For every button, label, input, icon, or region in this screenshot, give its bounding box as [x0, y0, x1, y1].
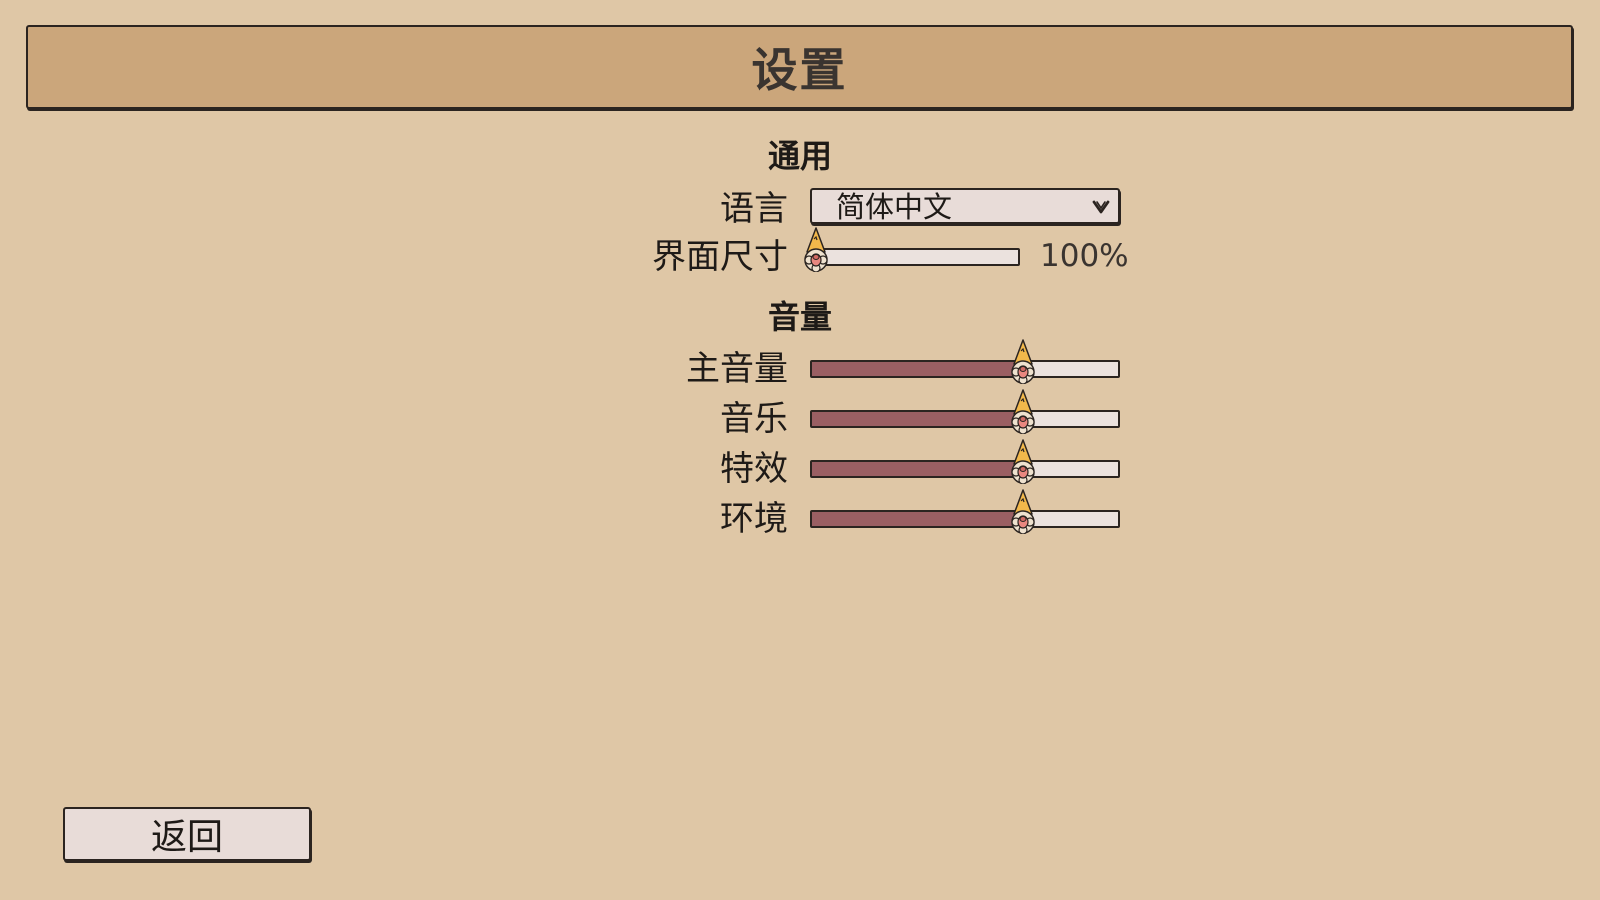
- language-dropdown[interactable]: 简体中文: [810, 188, 1120, 224]
- master-volume-fill: [812, 362, 1024, 376]
- page-title: 设置: [751, 43, 848, 97]
- gnome-slider-handle-icon[interactable]: [1008, 338, 1038, 384]
- master-volume-slider[interactable]: [810, 360, 1120, 378]
- master-volume-label: 主音量: [686, 349, 788, 389]
- music-volume-label: 音乐: [720, 399, 788, 439]
- language-label: 语言: [720, 189, 788, 229]
- section-heading-volume: 音量: [767, 298, 832, 336]
- section-heading-general: 通用: [767, 137, 832, 175]
- effects-volume-slider[interactable]: [810, 460, 1120, 478]
- ambient-volume-fill: [812, 512, 1024, 526]
- back-button[interactable]: 返回: [63, 807, 311, 861]
- effects-volume-fill: [812, 462, 1024, 476]
- ui-scale-slider[interactable]: [814, 248, 1020, 266]
- gnome-slider-handle-icon[interactable]: [1008, 438, 1038, 484]
- gnome-slider-handle-icon[interactable]: [1008, 488, 1038, 534]
- ambient-volume-label: 环境: [720, 499, 788, 539]
- effects-volume-label: 特效: [720, 449, 788, 489]
- gnome-slider-handle-icon[interactable]: [1008, 388, 1038, 434]
- gnome-slider-handle-icon[interactable]: [801, 226, 831, 272]
- music-volume-slider[interactable]: [810, 410, 1120, 428]
- music-volume-fill: [812, 412, 1024, 426]
- language-selected-value: 简体中文: [836, 190, 953, 224]
- ui-scale-label: 界面尺寸: [652, 237, 788, 277]
- chevron-down-icon: [1092, 200, 1110, 214]
- title-bar: 设置: [26, 25, 1573, 109]
- ui-scale-value: 100%: [1040, 238, 1129, 274]
- ambient-volume-slider[interactable]: [810, 510, 1120, 528]
